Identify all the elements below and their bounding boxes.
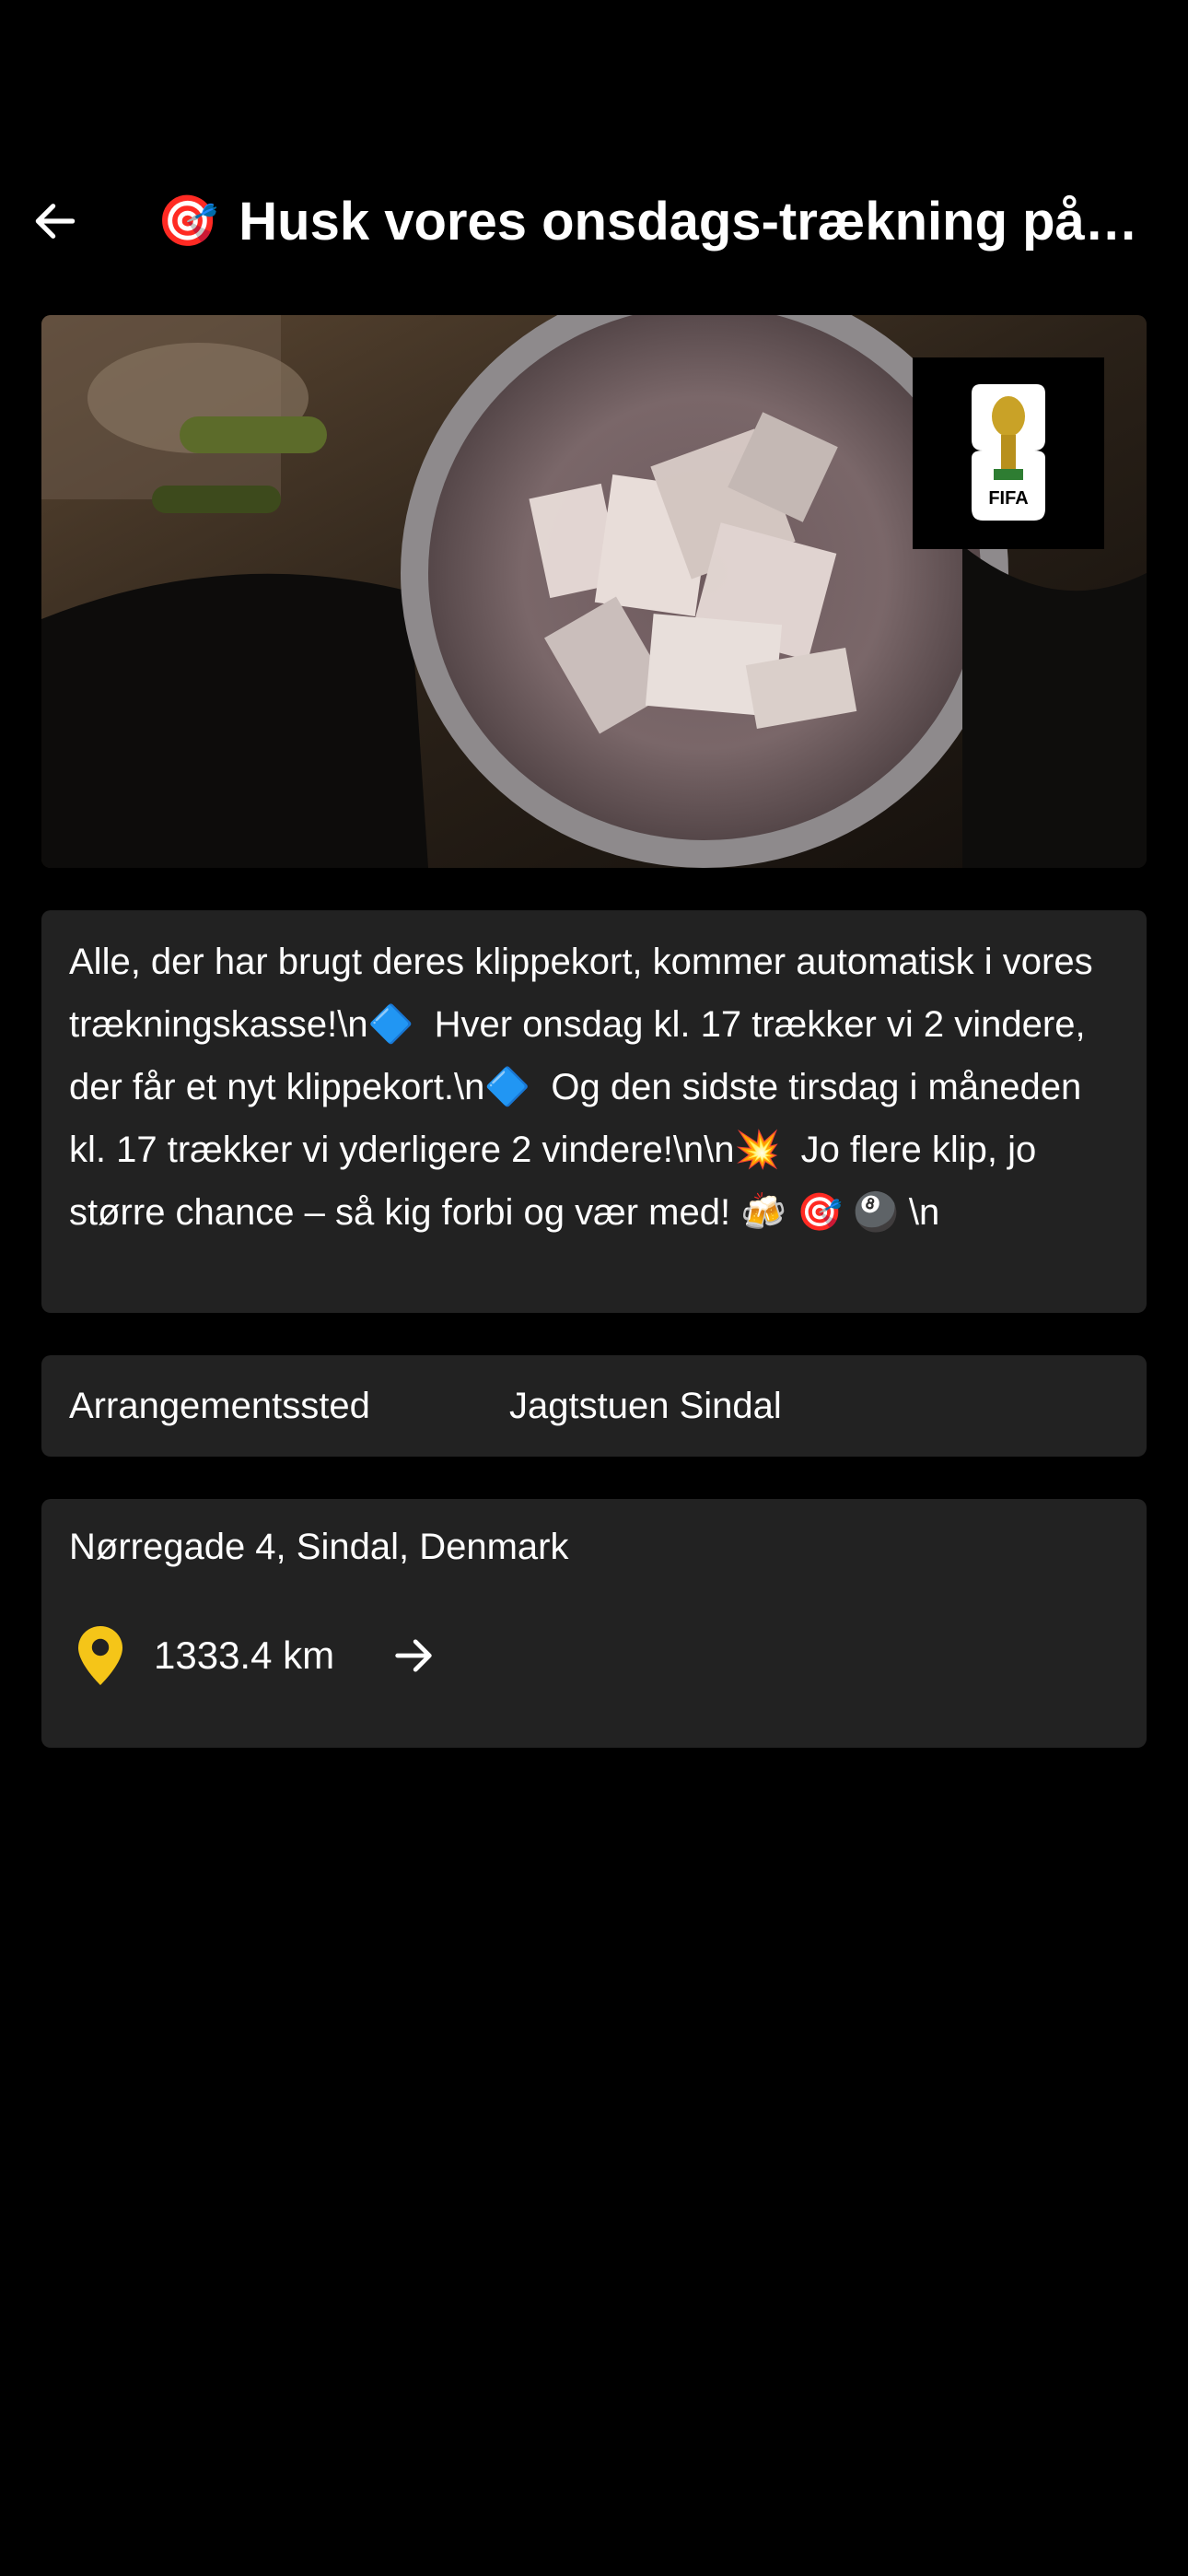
trophy-icon: FIFA	[972, 384, 1045, 521]
description-card: Alle, der har brugt deres klippekort, ko…	[41, 910, 1147, 1313]
fifa-text: FIFA	[988, 488, 1028, 509]
title-emoji: 🎯	[157, 193, 219, 249]
venue-value: Jagtstuen Sindal	[509, 1385, 782, 1426]
title-text: Husk vores onsdags-trækning på klippekor…	[239, 191, 1142, 252]
top-bar: 🎯 Husk vores onsdags-trækning på klippek…	[0, 157, 1188, 286]
arrow-right-icon	[395, 1639, 432, 1672]
venue-label: Arrangementssted	[69, 1385, 370, 1426]
event-description: Alle, der har brugt deres klippekort, ko…	[69, 942, 1103, 1233]
arrow-left-icon	[35, 204, 76, 239]
distance-value: 1333.4 km	[154, 1633, 335, 1677]
address-text: Nørregade 4, Sindal, Denmark	[69, 1527, 569, 1567]
event-image: FIFA	[41, 315, 1147, 868]
address-card[interactable]: Nørregade 4, Sindal, Denmark 1333.4 km	[41, 1499, 1147, 1748]
directions-button[interactable]	[386, 1628, 441, 1683]
page-title: 🎯 Husk vores onsdags-trækning på klippek…	[157, 184, 1142, 258]
fifa-logo: FIFA	[913, 357, 1104, 549]
back-button[interactable]	[18, 184, 92, 258]
distance-row[interactable]: 1333.4 km	[75, 1619, 441, 1692]
location-pin-icon	[75, 1623, 126, 1688]
venue-card: Arrangementssted Jagtstuen Sindal	[41, 1355, 1147, 1457]
